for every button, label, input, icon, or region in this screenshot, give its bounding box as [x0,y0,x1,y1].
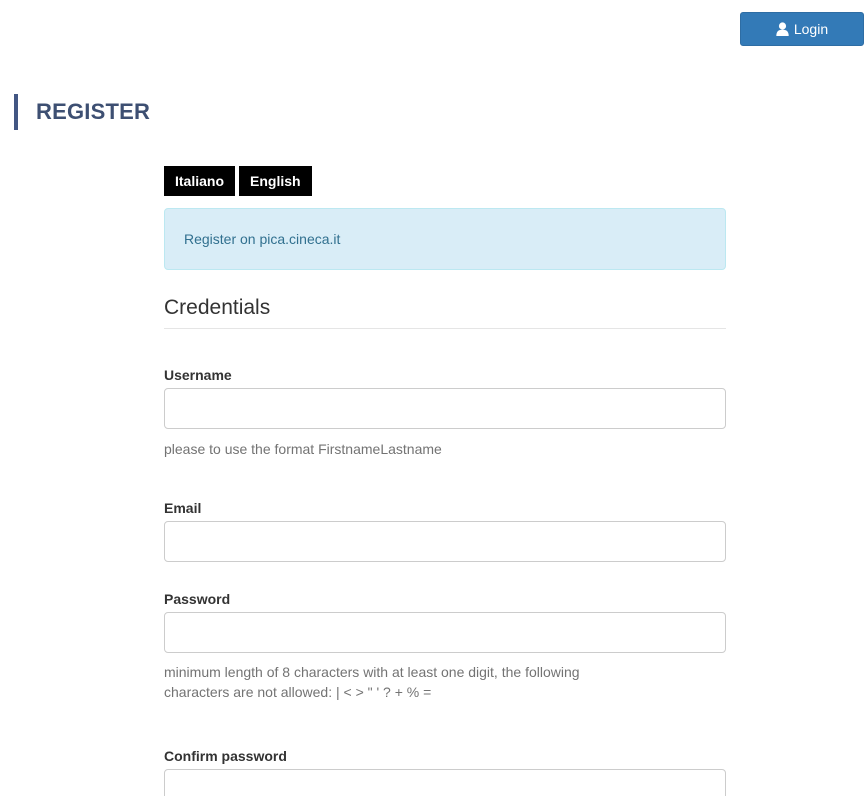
confirm-password-label: Confirm password [164,748,287,764]
confirm-password-input[interactable] [164,769,726,796]
password-help-text: minimum length of 8 characters with at l… [164,662,704,702]
username-help-text: please to use the format FirstnameLastna… [164,441,442,457]
page-title: REGISTER [36,99,151,124]
email-label: Email [164,500,202,516]
language-switcher: Italiano English [164,166,312,196]
info-alert-text: Register on pica.cineca.it [184,231,341,247]
user-icon [776,22,789,36]
login-button-label: Login [793,21,829,37]
title-accent-bar [14,94,18,130]
language-english-button[interactable]: English [239,166,312,196]
password-help-line-1: minimum length of 8 characters with at l… [164,664,580,680]
password-label: Password [164,591,231,607]
register-page: Login REGISTER Italiano English Register… [0,0,867,796]
password-help-line-2: characters are not allowed: | < > " ' ? … [164,684,432,700]
info-alert: Register on pica.cineca.it [164,208,726,270]
username-input[interactable] [164,388,726,429]
password-input[interactable] [164,612,726,653]
email-input[interactable] [164,521,726,562]
language-italiano-button[interactable]: Italiano [164,166,236,196]
username-label: Username [164,367,232,383]
login-button[interactable]: Login [740,12,864,46]
page-header: REGISTER [14,94,150,130]
section-title-credentials: Credentials [164,296,726,329]
